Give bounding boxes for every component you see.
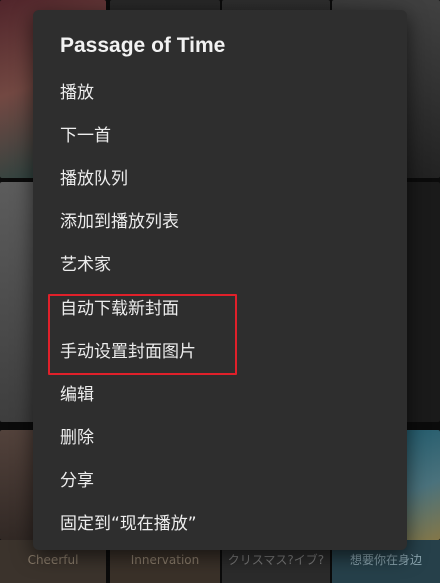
- menu-item-play[interactable]: 播放: [60, 78, 94, 108]
- menu-title: Passage of Time: [60, 34, 226, 57]
- menu-item-artist[interactable]: 艺术家: [60, 250, 111, 280]
- menu-item-queue[interactable]: 播放队列: [60, 164, 128, 194]
- menu-item-next[interactable]: 下一首: [60, 121, 111, 151]
- menu-item-set-cover-manually[interactable]: 手动设置封面图片: [60, 337, 196, 367]
- menu-item-share[interactable]: 分享: [60, 466, 94, 496]
- menu-item-auto-download-cover[interactable]: 自动下载新封面: [60, 294, 179, 324]
- menu-item-delete[interactable]: 删除: [60, 423, 94, 453]
- menu-item-pin-to-now-playing[interactable]: 固定到“现在播放”: [60, 509, 197, 539]
- menu-item-add-to-playlist[interactable]: 添加到播放列表: [60, 207, 179, 237]
- menu-item-edit[interactable]: 编辑: [60, 380, 94, 410]
- context-menu: Passage of Time 播放 下一首 播放队列 添加到播放列表 艺术家 …: [33, 10, 407, 550]
